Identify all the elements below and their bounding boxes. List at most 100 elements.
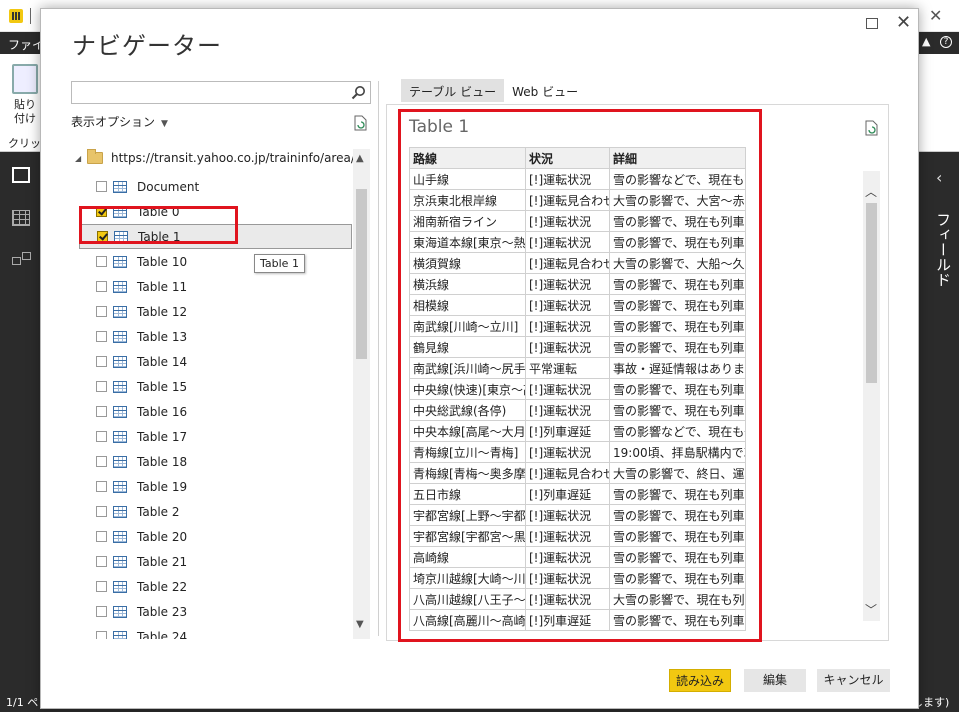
table-icon [113,280,127,293]
ribbon-collapse-icon[interactable]: ▲ [922,35,930,48]
report-view-icon[interactable] [12,167,30,183]
tree-item-label: Table 13 [137,329,188,344]
navigator-dialog: ナビゲーター ✕ 表示オプション ▼ ◢ https://transit.yaho… [40,8,919,709]
tree-item[interactable]: Table 20 [79,524,352,549]
scroll-down-icon[interactable]: ▼ [356,619,364,630]
panel-divider [378,81,379,636]
tree-item-label: Table 14 [137,354,188,369]
search-input[interactable] [71,81,371,104]
tree-item-checkbox[interactable] [96,381,107,392]
tree-item-checkbox[interactable] [96,506,107,517]
table-icon [113,505,127,518]
tree-item[interactable]: Document [79,174,352,199]
tree-item-checkbox[interactable] [96,631,107,639]
help-icon[interactable]: ? [940,36,952,48]
tree-item-checkbox[interactable] [96,356,107,367]
tree-item-label: Table 15 [137,379,188,394]
table-icon [113,180,127,193]
tree-item[interactable]: Table 14 [79,349,352,374]
tree-item-label: Table 20 [137,529,188,544]
tree-item[interactable]: Table 22 [79,574,352,599]
tree-item-checkbox[interactable] [96,581,107,592]
tab-web-view[interactable]: Web ビュー [504,79,586,102]
chevron-left-icon[interactable]: ‹ [936,168,942,187]
load-button[interactable]: 読み込み [669,669,731,692]
tree-item-label: Table 12 [137,304,188,319]
tooltip: Table 1 [254,254,305,273]
tree-item[interactable]: Table 13 [79,324,352,349]
tree-item-label: Table 21 [137,554,188,569]
app-close-icon[interactable]: ✕ [929,6,942,25]
preview-scroll-thumb[interactable] [866,203,877,383]
tree-item-checkbox[interactable] [96,406,107,417]
highlight-box-left [79,206,238,244]
tree-root-label: https://transit.yahoo.co.jp/traininfo/ar… [111,151,371,165]
tree-item-label: Table 18 [137,454,188,469]
chevron-up-icon[interactable]: ︿ [865,183,877,200]
tree-item[interactable]: Table 18 [79,449,352,474]
tree-item-checkbox[interactable] [96,431,107,442]
refresh-preview-icon[interactable] [864,120,879,136]
search-icon [351,86,365,100]
fields-pane-label[interactable]: フィールド [933,212,954,287]
tree-item[interactable]: Table 21 [79,549,352,574]
table-icon [113,555,127,568]
tree-item-checkbox[interactable] [96,556,107,567]
tree-item-checkbox[interactable] [96,531,107,542]
refresh-icon[interactable] [353,115,368,131]
table-icon [113,380,127,393]
tree-item-label: Table 23 [137,604,188,619]
paste-icon[interactable] [12,64,38,94]
powerbi-logo-icon [9,9,23,23]
preview-scrollbar[interactable]: ︿ ﹀ [863,171,880,621]
cancel-button[interactable]: キャンセル [817,669,890,692]
maximize-button[interactable] [866,18,878,29]
tree-item[interactable]: Table 12 [79,299,352,324]
tree-item[interactable]: Table 17 [79,424,352,449]
table-icon [113,455,127,468]
tree-item-label: Table 24 [137,629,188,640]
tree-scrollbar[interactable]: ▲ ▼ [353,149,370,639]
chevron-down-icon[interactable]: ﹀ [865,601,877,618]
view-options-dropdown[interactable]: 表示オプション ▼ [71,113,168,130]
view-options-label: 表示オプション [71,115,156,129]
tree-item[interactable]: Table 23 [79,599,352,624]
tree-item[interactable]: Table 16 [79,399,352,424]
tree-item[interactable]: Table 15 [79,374,352,399]
tree-item-checkbox[interactable] [96,181,107,192]
tree-item-label: Table 17 [137,429,188,444]
table-icon [113,330,127,343]
tree-item-checkbox[interactable] [96,481,107,492]
tree-item-checkbox[interactable] [96,456,107,467]
highlight-box-right [398,109,762,642]
tree-item-checkbox[interactable] [96,281,107,292]
tree-item-checkbox[interactable] [96,306,107,317]
table-icon [113,605,127,618]
tree-item[interactable]: Table 2 [79,499,352,524]
tree-item-checkbox[interactable] [96,606,107,617]
edit-button[interactable]: 編集 [744,669,806,692]
tree-item[interactable]: Table 24 [79,624,352,639]
model-view-icon[interactable] [12,252,31,268]
close-button[interactable]: ✕ [896,12,911,33]
tree-item[interactable]: Table 19 [79,474,352,499]
table-icon [113,355,127,368]
tree-item-label: Table 2 [137,504,180,519]
tree-item[interactable]: Table 11 [79,274,352,299]
tree-item-label: Table 11 [137,279,188,294]
data-view-icon[interactable] [12,210,30,226]
tree-item-checkbox[interactable] [96,331,107,342]
table-icon [113,480,127,493]
table-icon [113,405,127,418]
tree-item-checkbox[interactable] [96,256,107,267]
table-icon [113,630,127,639]
tree-root-node[interactable]: ◢ https://transit.yahoo.co.jp/traininfo/… [75,146,371,170]
collapse-triangle-icon[interactable]: ◢ [75,154,87,163]
tree-item[interactable]: Table 10 [79,249,352,274]
tree-item-label: Table 16 [137,404,188,419]
tab-table-view[interactable]: テーブル ビュー [401,79,505,102]
tree-scroll-thumb[interactable] [356,189,367,359]
view-tabs: テーブル ビュー Web ビュー [401,79,586,102]
scroll-up-icon[interactable]: ▲ [356,153,364,164]
tree-item-label: Document [137,179,200,194]
